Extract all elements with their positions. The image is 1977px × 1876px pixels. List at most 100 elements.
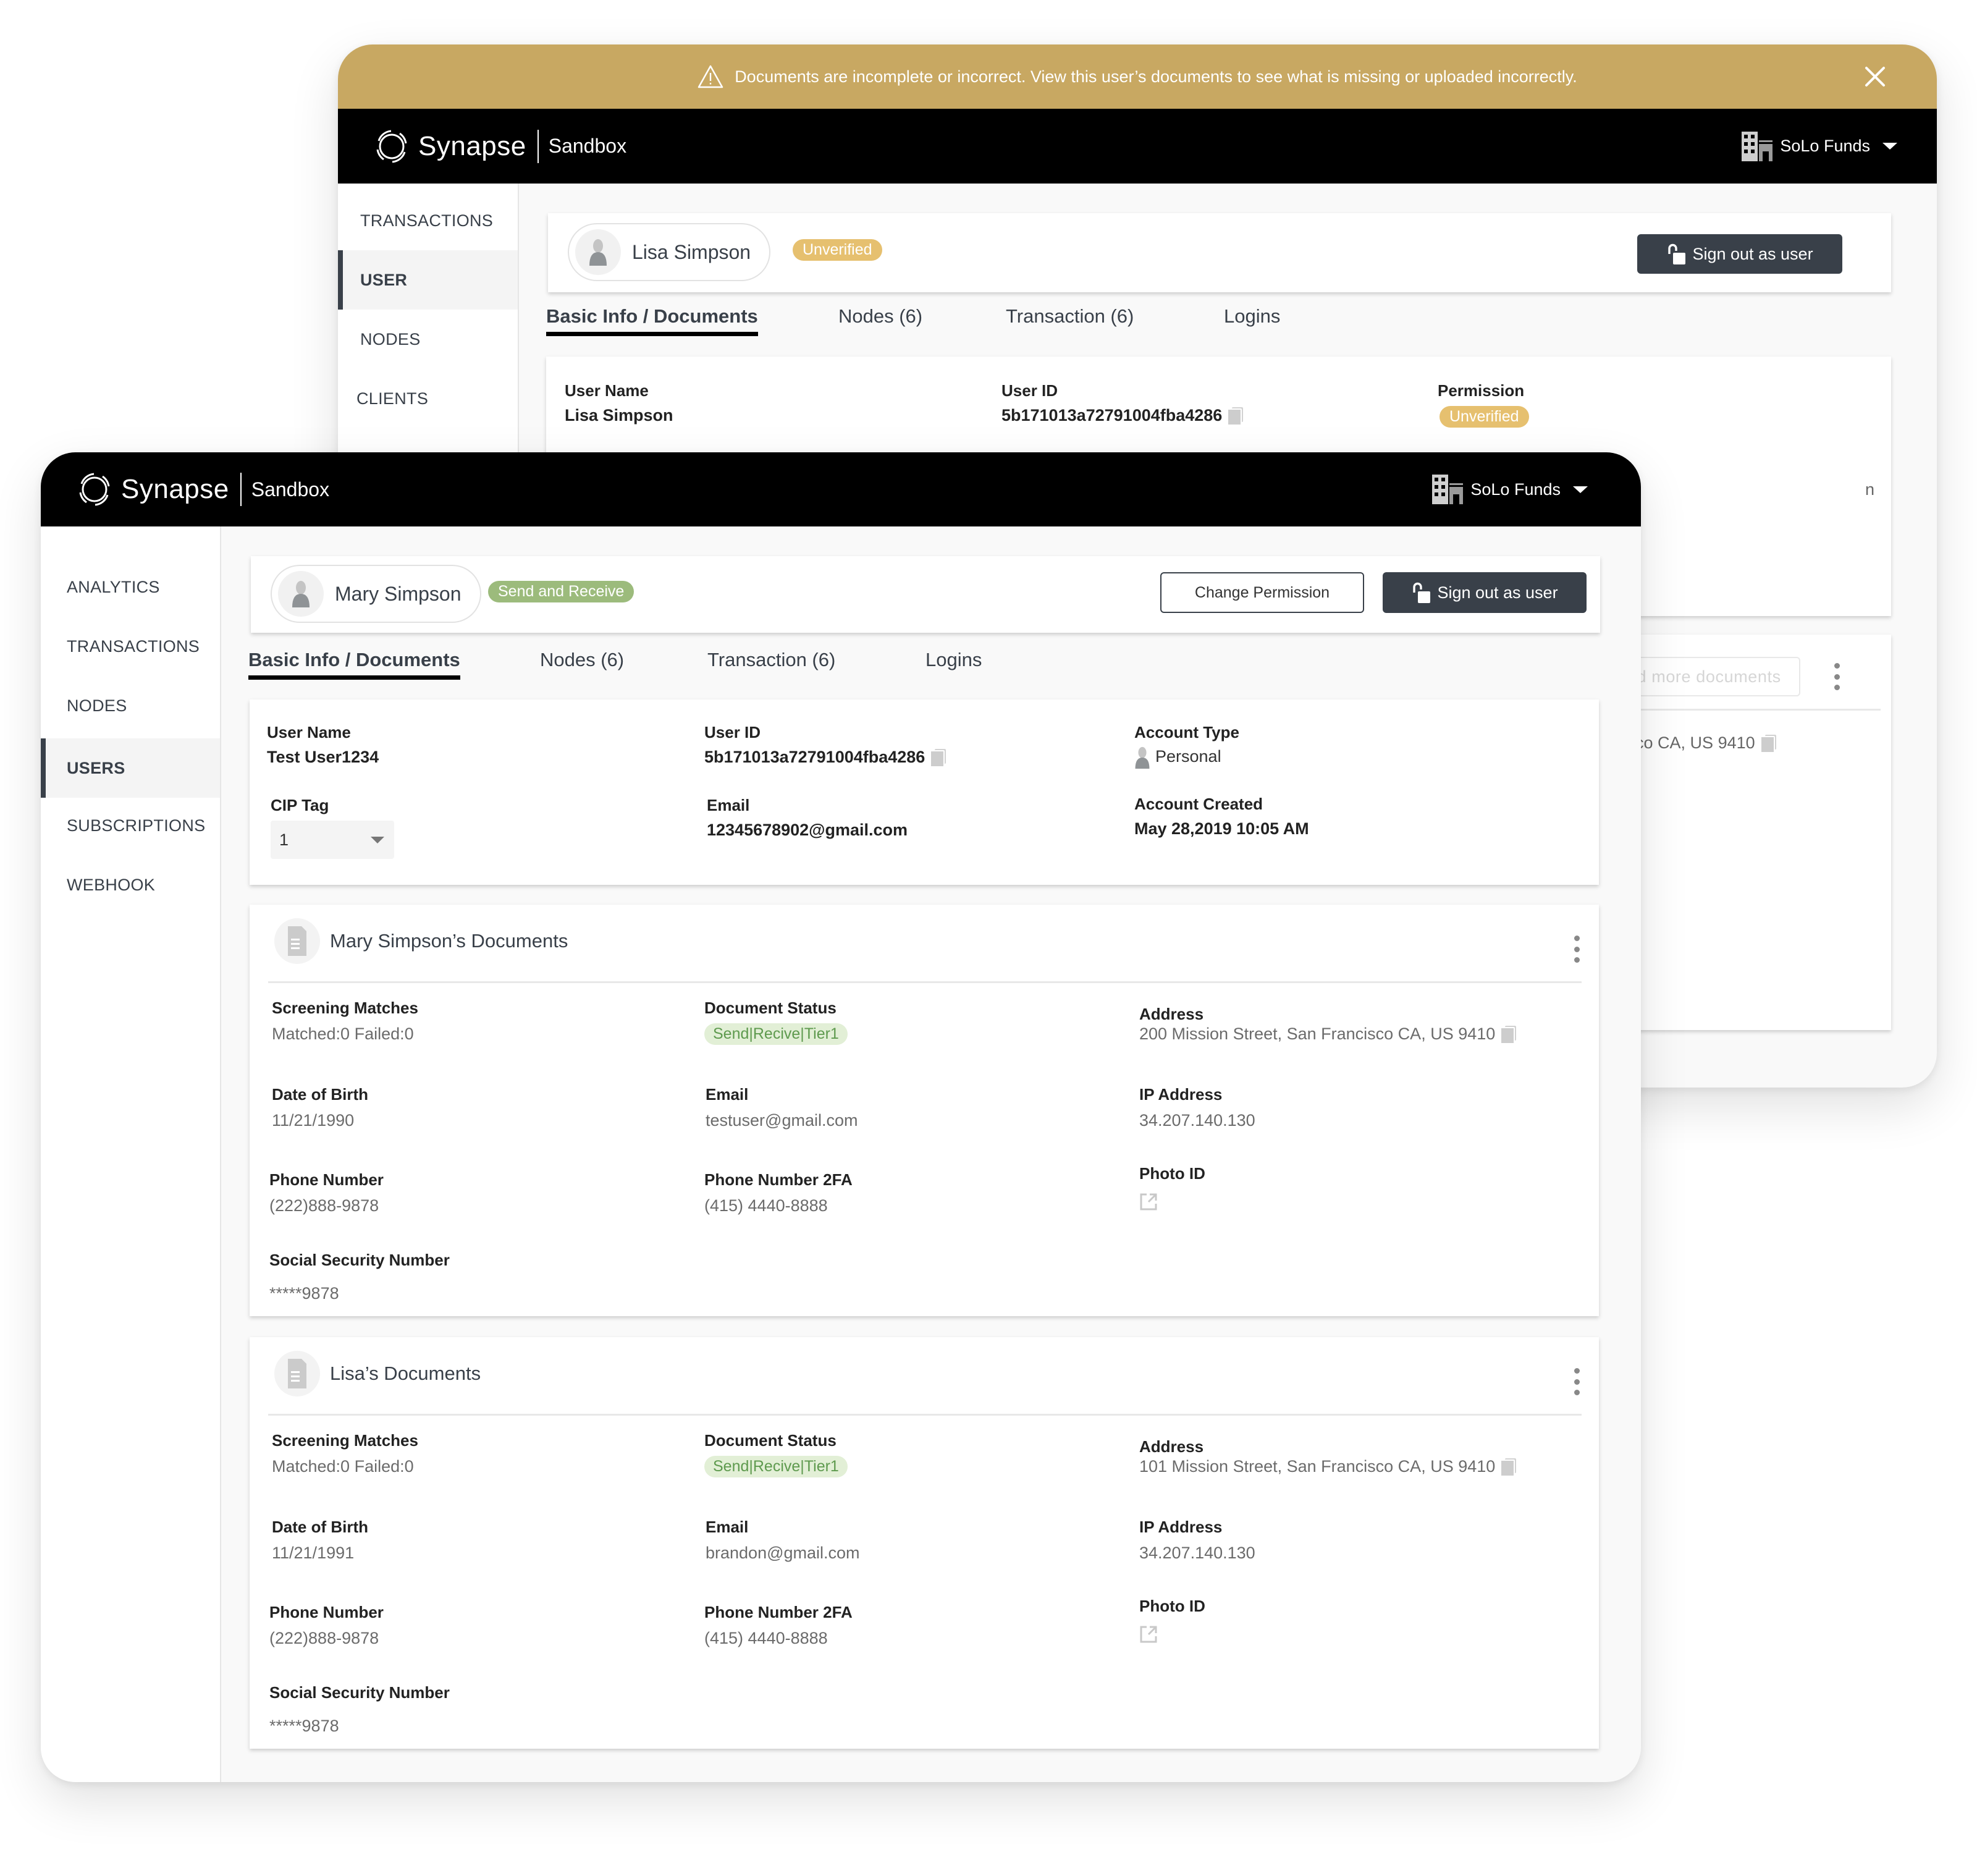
sign-out-label: Sign out as user (1692, 244, 1813, 263)
ssn-label: Social Security Number (269, 1683, 450, 1702)
phone-2fa-label: Phone Number 2FA (704, 1603, 853, 1621)
account-created-value: May 28,2019 10:05 AM (1134, 819, 1309, 838)
sidebar-item-nodes[interactable]: NODES (338, 310, 518, 369)
photo-id-label: Photo ID (1139, 1597, 1205, 1615)
account-created-label: Account Created (1134, 795, 1263, 813)
tab-logins[interactable]: Logins (1224, 305, 1280, 327)
sign-out-label: Sign out as user (1437, 583, 1558, 602)
org-switcher[interactable]: SoLo Funds (1742, 131, 1897, 161)
synapse-logo[interactable]: Synapse Sandbox (373, 127, 626, 166)
ssn-value: *****9878 (269, 1284, 339, 1303)
sidebar-item-clients[interactable]: CLIENTS (338, 369, 518, 428)
sign-out-as-user-button[interactable]: Sign out as user (1383, 572, 1587, 613)
status-badge: Unverified (793, 239, 882, 261)
app-header: Synapse Sandbox SoLo Funds (338, 109, 1937, 184)
sidebar-item-users[interactable]: USERS (41, 738, 220, 798)
external-link-icon[interactable] (1139, 1193, 1158, 1211)
tab-transaction[interactable]: Transaction (6) (1006, 305, 1134, 327)
document-status-badge: Send|Recive|Tier1 (704, 1456, 848, 1477)
change-permission-button[interactable]: Change Permission (1160, 572, 1364, 613)
copy-icon[interactable] (1227, 407, 1244, 426)
sidebar-item-user[interactable]: USER (338, 250, 518, 310)
ip-address-label: IP Address (1139, 1085, 1223, 1104)
sidebar-item-webhook[interactable]: WEBHOOK (41, 855, 220, 915)
phone-2fa-value: (415) 4440-8888 (704, 1629, 828, 1647)
sign-out-as-user-button[interactable]: Sign out as user (1637, 234, 1842, 274)
user-chip[interactable]: Mary Simpson (271, 565, 481, 623)
email-label: Email (707, 796, 750, 814)
phone-value: (222)888-9878 (269, 1629, 379, 1647)
phone-2fa-value: (415) 4440-8888 (704, 1196, 828, 1215)
copy-icon[interactable] (1760, 734, 1776, 753)
person-icon (1135, 746, 1150, 769)
cip-tag-select[interactable]: 1 (271, 821, 394, 859)
dob-label: Date of Birth (272, 1518, 368, 1536)
user-chip[interactable]: Lisa Simpson (568, 223, 771, 281)
address-text: 200 Mission Street, San Francisco CA, US… (1139, 1025, 1496, 1043)
synapse-logo[interactable]: Synapse Sandbox (75, 470, 329, 509)
org-switcher[interactable]: SoLo Funds (1432, 475, 1588, 504)
tab-nodes[interactable]: Nodes (6) (838, 305, 922, 327)
ip-address-value: 34.207.140.130 (1139, 1111, 1255, 1130)
brand-name: Synapse (418, 130, 526, 161)
chevron-down-icon (1573, 486, 1588, 493)
screening-value: Matched:0 Failed:0 (272, 1025, 414, 1043)
tab-nodes[interactable]: Nodes (6) (540, 649, 624, 671)
external-link-icon[interactable] (1139, 1625, 1158, 1644)
app-header: Synapse Sandbox SoLo Funds (41, 452, 1641, 526)
building-icon (1432, 475, 1464, 504)
building-icon (1742, 131, 1773, 161)
user-name: Mary Simpson (335, 582, 462, 605)
document-status-badge: Send|Recive|Tier1 (704, 1023, 848, 1045)
avatar (575, 229, 621, 275)
permission-badge: Send and Receive (488, 581, 634, 602)
screening-label: Screening Matches (272, 1431, 418, 1450)
org-name: SoLo Funds (1780, 137, 1870, 155)
copy-icon[interactable] (1500, 1458, 1517, 1477)
sidebar-item-nodes[interactable]: NODES (41, 676, 220, 735)
unlock-icon (1413, 582, 1431, 603)
tab-basic-info[interactable]: Basic Info / Documents (248, 649, 460, 680)
email-label: Email (706, 1085, 749, 1104)
basic-info-card: User Name Test User1234 User ID 5b171013… (250, 699, 1599, 885)
tab-basic-info[interactable]: Basic Info / Documents (546, 305, 758, 336)
sidebar-item-analytics[interactable]: ANALYTICS (41, 557, 220, 617)
document-icon (274, 918, 320, 964)
header-divider (240, 473, 242, 506)
address-value: 101 Mission Street, San Francisco CA, US… (1139, 1457, 1517, 1477)
more-options-icon[interactable] (1570, 1368, 1583, 1395)
org-name: SoLo Funds (1470, 480, 1561, 499)
documents-card: Mary Simpson’s Documents Screening Match… (250, 905, 1599, 1316)
email-value: testuser@gmail.com (706, 1111, 858, 1130)
tab-logins[interactable]: Logins (925, 649, 982, 671)
more-options-icon[interactable] (1831, 663, 1843, 690)
address-label: Address (1139, 1437, 1204, 1456)
document-status-label: Document Status (704, 1431, 837, 1450)
chevron-down-icon (1882, 143, 1897, 150)
document-status-label: Document Status (704, 999, 837, 1017)
sidebar-item-transactions[interactable]: TRANSACTIONS (338, 191, 518, 250)
sidebar-item-subscriptions[interactable]: SUBSCRIPTIONS (41, 796, 220, 855)
sidebar-item-transactions[interactable]: TRANSACTIONS (41, 617, 220, 676)
front-sidebar: ANALYTICS TRANSACTIONS NODES USERS SUBSC… (41, 526, 221, 1782)
user-name-value: Test User1234 (267, 748, 379, 766)
account-type-text: Personal (1155, 747, 1221, 766)
copy-icon[interactable] (930, 748, 946, 767)
user-name-label: User Name (267, 723, 351, 742)
cip-tag-value: 1 (279, 830, 289, 849)
documents-card-header: Mary Simpson’s Documents (274, 918, 568, 964)
tab-transaction[interactable]: Transaction (6) (707, 649, 835, 671)
front-window: Synapse Sandbox SoLo Funds ANALYTICS TRA… (41, 452, 1641, 1782)
dob-value: 11/21/1990 (272, 1111, 355, 1130)
more-options-icon[interactable] (1570, 936, 1583, 963)
user-id-label: User ID (704, 723, 761, 742)
permission-badge: Unverified (1440, 406, 1529, 428)
phone-label: Phone Number (269, 1170, 384, 1189)
copy-icon[interactable] (1500, 1025, 1517, 1044)
documents-card-title: Mary Simpson’s Documents (330, 930, 568, 952)
warning-message: Documents are incomplete or incorrect. V… (735, 67, 1577, 86)
document-icon (274, 1351, 320, 1396)
close-icon[interactable] (1861, 63, 1889, 90)
phone-2fa-label: Phone Number 2FA (704, 1170, 853, 1189)
divider (268, 981, 1582, 983)
